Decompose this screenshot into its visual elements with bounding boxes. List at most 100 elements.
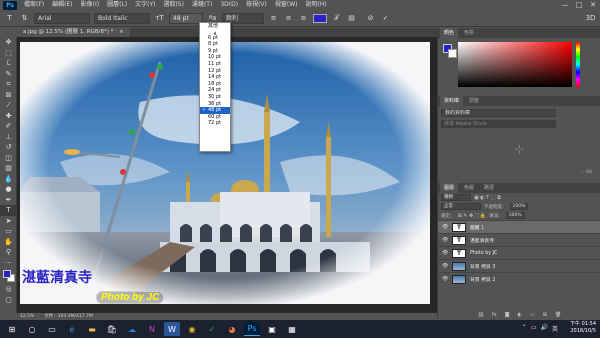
crop-tool-icon[interactable]: ⌗ — [0, 79, 17, 90]
font-size-option-selected[interactable]: ✓ 48 pt — [200, 107, 230, 114]
library-add-icon[interactable]: ⊹ — [514, 142, 524, 156]
font-style-select[interactable]: Bold Italic — [94, 12, 150, 24]
menu-type[interactable]: 文字(Y) — [131, 0, 159, 10]
layer-row[interactable]: 👁 T 圖層 1 — [438, 220, 600, 233]
fill-input[interactable]: 100% — [505, 212, 525, 219]
align-right-icon[interactable]: ≡ — [298, 13, 309, 24]
network-icon[interactable]: ▭ — [531, 324, 537, 333]
healing-brush-tool-icon[interactable]: ✚ — [0, 111, 17, 122]
font-size-option[interactable]: 30 pt — [200, 94, 230, 101]
close-button[interactable]: ✕ — [586, 0, 600, 10]
foreground-color[interactable] — [3, 270, 11, 278]
blend-mode-select[interactable]: 正常 — [441, 203, 481, 210]
word-icon[interactable]: W — [164, 322, 180, 336]
blur-tool-icon[interactable]: 💧 — [0, 174, 17, 185]
quick-select-tool-icon[interactable]: ✎ — [0, 69, 17, 80]
minimize-button[interactable]: — — [558, 0, 572, 10]
tab-color[interactable]: 顏色 — [440, 28, 459, 38]
lasso-tool-icon[interactable]: ℒ — [0, 58, 17, 69]
font-size-select[interactable]: 48 pt — [169, 12, 203, 24]
app-icon[interactable]: ▦ — [284, 322, 300, 336]
color-picker[interactable] — [443, 42, 580, 94]
filter-icons[interactable]: ▣ ◐ T ⬚ ⧉ — [474, 195, 501, 201]
adjustment-layer-icon[interactable]: ◐ — [518, 312, 522, 318]
visibility-eye-icon[interactable]: 👁 — [442, 276, 448, 282]
layer-row[interactable]: 👁 背景 拷貝 3 — [438, 259, 600, 272]
menu-filter[interactable]: 濾鏡(T) — [188, 0, 216, 10]
opacity-input[interactable]: 100% — [509, 203, 529, 210]
menu-edit[interactable]: 編輯(E) — [48, 0, 76, 10]
type-tool-icon[interactable]: T — [4, 13, 15, 24]
menu-image[interactable]: 影像(I) — [77, 0, 103, 10]
brush-tool-icon[interactable]: ✐ — [0, 121, 17, 132]
visibility-eye-icon[interactable]: 👁 — [442, 224, 448, 230]
tab-close-icon[interactable]: × — [119, 29, 124, 35]
font-size-option[interactable]: 6 pt — [200, 35, 230, 42]
link-layers-icon[interactable]: ⛓ — [478, 312, 484, 318]
layer-row[interactable]: 👁 T Photo by JC — [438, 246, 600, 259]
menu-help[interactable]: 說明(H) — [302, 0, 331, 10]
color-panel-background[interactable] — [448, 49, 457, 58]
eraser-tool-icon[interactable]: ◫ — [0, 153, 17, 164]
firefox-icon[interactable]: ◕ — [224, 322, 240, 336]
menu-view[interactable]: 檢視(V) — [242, 0, 271, 10]
task-view-icon[interactable]: ▭ — [44, 322, 60, 336]
tab-channels[interactable]: 色版 — [460, 183, 478, 193]
tray-chevron-icon[interactable]: ⌃ — [522, 324, 527, 333]
color-swatches[interactable] — [0, 268, 17, 284]
3d-icon[interactable]: 3D — [585, 13, 596, 24]
store-icon[interactable]: 🛍 — [104, 322, 120, 336]
font-family-select[interactable]: Arial — [34, 12, 90, 24]
zoom-level[interactable]: 12.5% — [20, 314, 34, 319]
dodge-tool-icon[interactable]: ● — [0, 184, 17, 195]
frame-tool-icon[interactable]: ⊠ — [0, 90, 17, 101]
edge-browser-icon[interactable]: e — [64, 322, 80, 336]
search-icon[interactable]: ○ — [24, 322, 40, 336]
visibility-eye-icon[interactable]: 👁 — [442, 237, 448, 243]
align-left-icon[interactable]: ≡ — [268, 13, 279, 24]
move-tool-icon[interactable]: ✥ — [0, 37, 17, 48]
delete-layer-icon[interactable]: 🗑 — [555, 312, 561, 318]
menu-layer[interactable]: 圖層(L) — [103, 0, 131, 10]
font-size-option[interactable]: 8 pt — [200, 41, 230, 48]
font-size-option[interactable]: 36 pt — [200, 101, 230, 108]
cloud-icon[interactable]: ☁ — [124, 322, 140, 336]
lock-icons[interactable]: ⊞ ✎ ✥ ⛶ 🔒 — [458, 213, 487, 219]
maximize-button[interactable]: □ — [572, 0, 586, 10]
path-select-tool-icon[interactable]: ➤ — [0, 216, 17, 227]
font-size-option[interactable]: 10 pt — [200, 54, 230, 61]
layer-style-icon[interactable]: fx — [492, 312, 497, 318]
screen-mode-icon[interactable]: ▢ — [0, 295, 17, 306]
font-size-option[interactable]: 9 pt — [200, 48, 230, 55]
tab-adjustments[interactable]: 調整 — [465, 96, 483, 106]
commit-icon[interactable]: ✓ — [380, 13, 391, 24]
hue-slider[interactable] — [576, 42, 580, 87]
warp-text-icon[interactable]: 𝒯 — [331, 13, 342, 24]
tab-paths[interactable]: 路徑 — [480, 183, 498, 193]
zoom-tool-icon[interactable]: ⚲ — [0, 247, 17, 258]
layer-kind-filter[interactable]: 種類 — [441, 194, 471, 201]
library-select[interactable]: 我的資料庫 — [441, 109, 556, 117]
windows-start-icon[interactable]: ⊞ — [4, 322, 20, 336]
menu-window[interactable]: 視窗(W) — [271, 0, 302, 10]
ime-indicator[interactable]: 英 — [552, 324, 558, 333]
layer-row[interactable]: 👁 T 湛藍清真寺 — [438, 233, 600, 246]
gradient-tool-icon[interactable]: ▥ — [0, 163, 17, 174]
font-size-option[interactable]: 18 pt — [200, 81, 230, 88]
menu-file[interactable]: 檔案(F) — [20, 0, 48, 10]
layer-row[interactable]: 👁 背景 拷貝 2 — [438, 272, 600, 285]
stock-search-input[interactable]: 搜尋 Adobe Stock — [441, 120, 556, 128]
onenote-icon[interactable]: N — [144, 322, 160, 336]
type-tool-icon-active[interactable]: T — [0, 205, 17, 216]
text-orientation-icon[interactable]: ⇅ — [19, 13, 30, 24]
hand-tool-icon[interactable]: ✋ — [0, 237, 17, 248]
font-size-option[interactable]: 72 pt — [200, 120, 230, 127]
font-size-option[interactable]: 14 pt — [200, 74, 230, 81]
app-icon[interactable]: ▣ — [264, 322, 280, 336]
clock[interactable]: 下午 01:54 2018/10/5 — [570, 321, 596, 335]
photoshop-taskbar-icon[interactable]: Ps — [244, 322, 260, 336]
font-size-option[interactable]: 24 pt — [200, 87, 230, 94]
file-explorer-icon[interactable]: ▬ — [84, 322, 100, 336]
clone-stamp-tool-icon[interactable]: ⊥ — [0, 132, 17, 143]
visibility-eye-icon[interactable]: 👁 — [442, 250, 448, 256]
